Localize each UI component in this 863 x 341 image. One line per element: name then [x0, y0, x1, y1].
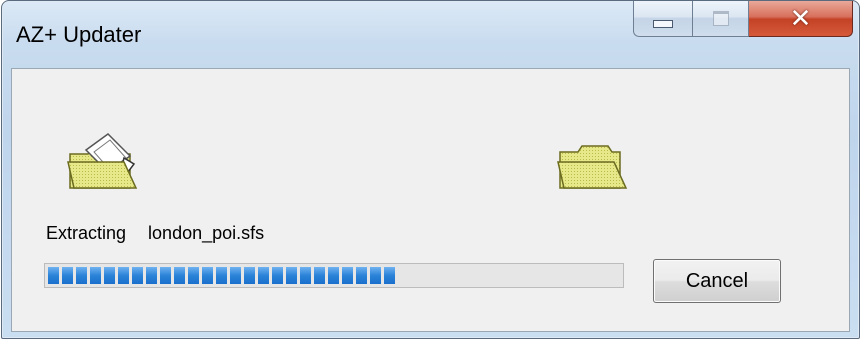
folder-icon	[556, 132, 628, 192]
close-icon: ✕	[789, 3, 812, 34]
progress-segment	[328, 267, 339, 284]
progress-segment	[216, 267, 227, 284]
progress-segment	[62, 267, 73, 284]
progress-segment	[300, 267, 311, 284]
cancel-button[interactable]: Cancel	[653, 259, 781, 303]
progress-segment	[48, 267, 59, 284]
progress-segment	[76, 267, 87, 284]
status-text: Extracting london_poi.sfs	[46, 223, 264, 244]
minimize-button[interactable]	[633, 1, 693, 37]
status-action: Extracting	[46, 223, 127, 243]
progress-segment	[370, 267, 381, 284]
progress-segment	[384, 267, 395, 284]
progress-segment	[118, 267, 129, 284]
folder-open-icon	[64, 132, 138, 192]
progress-segment	[160, 267, 171, 284]
progress-segment	[104, 267, 115, 284]
caption-buttons: ✕	[633, 1, 853, 39]
progress-segment	[258, 267, 269, 284]
close-button[interactable]: ✕	[749, 1, 853, 37]
status-filename: london_poi.sfs	[148, 223, 265, 243]
progress-segment	[90, 267, 101, 284]
progress-segment	[342, 267, 353, 284]
progress-segment	[202, 267, 213, 284]
progress-segment	[230, 267, 241, 284]
progress-fill	[48, 267, 620, 284]
updater-window: AZ+ Updater ✕ Extracting london_poi.sfs …	[1, 0, 860, 339]
progress-segment	[314, 267, 325, 284]
progress-segment	[174, 267, 185, 284]
progress-segment	[272, 267, 283, 284]
title-bar[interactable]: AZ+ Updater ✕	[2, 1, 859, 67]
progress-segment	[146, 267, 157, 284]
maximize-button	[693, 1, 749, 37]
progress-segment	[356, 267, 367, 284]
progress-segment	[132, 267, 143, 284]
minimize-icon	[653, 19, 673, 28]
progress-segment	[286, 267, 297, 284]
maximize-icon	[712, 11, 729, 26]
progress-segment	[244, 267, 255, 284]
progress-segment	[188, 267, 199, 284]
window-title: AZ+ Updater	[16, 22, 142, 47]
progress-bar	[44, 263, 624, 288]
dialog-body: Extracting london_poi.sfs Cancel	[11, 68, 850, 332]
